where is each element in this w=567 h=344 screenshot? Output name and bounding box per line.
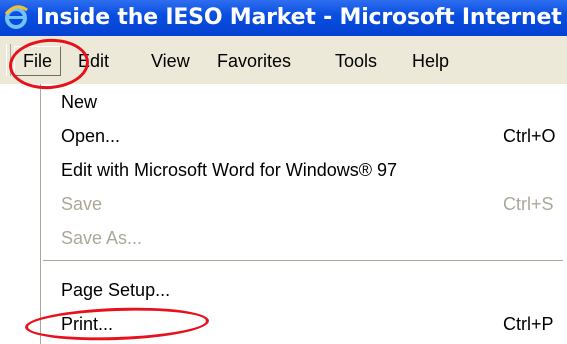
menu-item-edit-with-word[interactable]: Edit with Microsoft Word for Windows® 97 [61, 154, 566, 186]
menu-tools[interactable]: Tools [335, 46, 377, 76]
internet-explorer-icon [4, 5, 28, 29]
title-bar[interactable]: Inside the IESO Market - Microsoft Inter… [0, 0, 567, 36]
menu-separator [43, 260, 563, 262]
menu-edit[interactable]: Edit [78, 46, 109, 76]
menu-item-shortcut: Ctrl+P [503, 314, 554, 334]
menu-favorites[interactable]: Favorites [217, 46, 291, 76]
menu-bar: File Edit View Favorites Tools Help [0, 36, 567, 84]
menu-item-label: Open... [61, 126, 121, 146]
menu-item-shortcut: Ctrl+S [503, 194, 554, 214]
menu-item-page-setup[interactable]: Page Setup... [61, 274, 566, 306]
menu-item-label: Save [61, 194, 103, 214]
menu-item-label: Save As... [61, 228, 143, 248]
window-title: Inside the IESO Market - Microsoft Inter… [36, 5, 562, 30]
menu-item-label: Print... [61, 314, 114, 334]
toolbar-grip[interactable] [6, 44, 11, 76]
menu-item-shortcut: Ctrl+O [503, 126, 556, 146]
menu-item-save-as: Save As... [61, 222, 566, 254]
menu-item-label: New [61, 92, 98, 112]
menu-item-label: Page Setup... [61, 280, 171, 300]
menu-item-print[interactable]: Print... Ctrl+P [61, 308, 566, 340]
menu-item-save: Save Ctrl+S [61, 188, 566, 220]
menu-item-label: Edit with Microsoft Word for Windows® 97 [61, 160, 398, 180]
menu-item-new[interactable]: New [61, 86, 566, 118]
menu-item-open[interactable]: Open... Ctrl+O [61, 120, 566, 152]
menu-file[interactable]: File [14, 46, 62, 76]
file-menu-dropdown: New Open... Ctrl+O Edit with Microsoft W… [40, 84, 567, 344]
menu-help[interactable]: Help [412, 46, 449, 76]
menu-view[interactable]: View [151, 46, 190, 76]
